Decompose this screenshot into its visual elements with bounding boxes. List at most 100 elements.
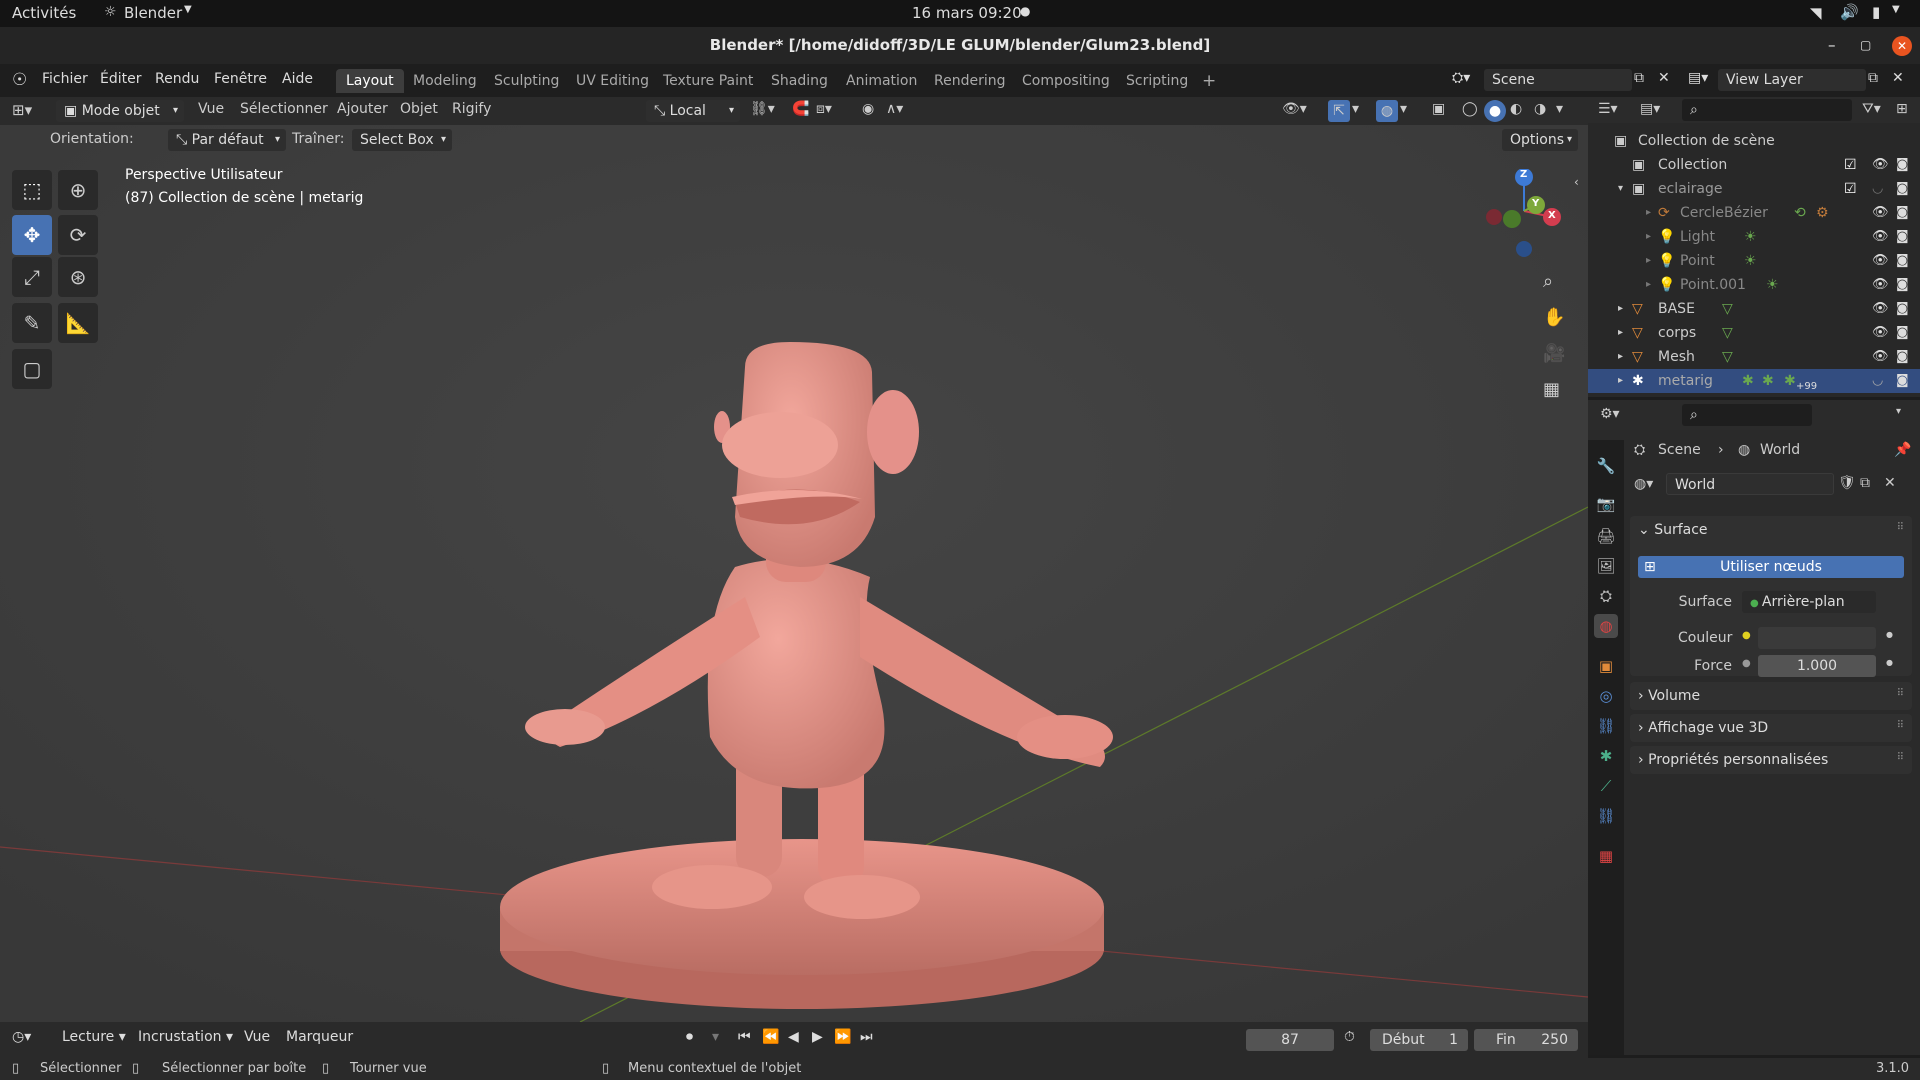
outliner-row-circle-bezier[interactable]: ▸ ⟳ CercleBézier ⟲ ⚙ 👁 ◙ <box>1588 201 1920 225</box>
new-collection-icon[interactable]: ⊞ <box>1896 101 1908 117</box>
outliner-row-point-001[interactable]: ▸ 💡 Point.001 ☀ 👁 ◙ <box>1588 273 1920 297</box>
blender-logo-icon[interactable]: ☉ <box>12 70 27 90</box>
mode-selector[interactable]: ▣ Mode objet ▾ <box>56 100 184 122</box>
fake-user-icon[interactable]: 🛡 <box>1838 475 1856 491</box>
scene-name-field[interactable]: Scene <box>1484 69 1632 91</box>
outliner-row-collection[interactable]: ▣ Collection ☑ 👁 ◙ <box>1588 153 1920 177</box>
new-view-layer-icon[interactable]: ⧉ <box>1868 70 1878 86</box>
visibility-eye-icon[interactable]: 👁 <box>1872 321 1889 345</box>
scene-tab-icon[interactable]: ⛭ <box>1594 584 1618 608</box>
add-cube-tool[interactable]: ▢ <box>12 349 52 389</box>
keying-options-chevron-icon[interactable]: ▾ <box>712 1029 719 1045</box>
texture-tab-icon[interactable]: ▦ <box>1594 844 1618 868</box>
outliner-row-base[interactable]: ▸ ▽ BASE ▽ 👁 ◙ <box>1588 297 1920 321</box>
render-camera-icon[interactable]: ◙ <box>1896 321 1909 345</box>
activities-button[interactable]: Activités <box>12 4 76 22</box>
drag-handle-icon[interactable]: ⠿ <box>1897 522 1904 533</box>
object-tab-icon[interactable]: ▣ <box>1594 654 1618 678</box>
constraints-tab-icon[interactable]: ⛓ <box>1594 714 1618 738</box>
visibility-eye-icon[interactable]: 👁 <box>1872 249 1889 273</box>
overlay-toggle-icon[interactable]: ◍ <box>1376 100 1398 122</box>
auto-keying-record-icon[interactable]: ⏺ <box>686 1029 693 1045</box>
scale-tool[interactable]: ⤢ <box>12 257 52 297</box>
preview-range-icon[interactable]: ⏱ <box>1344 1029 1355 1045</box>
color-swatch[interactable] <box>1758 627 1876 649</box>
viewport-display-panel[interactable]: › Affichage vue 3D ⠿ <box>1630 714 1912 742</box>
bone-constraints-tab-icon[interactable]: ⛓ <box>1594 804 1618 828</box>
view-layer-icon[interactable]: ▤▾ <box>1688 70 1708 86</box>
rotate-tool[interactable]: ⟳ <box>58 215 98 255</box>
jump-prev-keyframe-icon[interactable]: ⏪ <box>762 1029 779 1045</box>
tab-uv-editing[interactable]: UV Editing <box>566 69 659 93</box>
tab-modeling[interactable]: Modeling <box>403 69 487 93</box>
visibility-eye-icon[interactable]: 👁 <box>1872 297 1889 321</box>
menu-add[interactable]: Ajouter <box>337 101 388 117</box>
jump-next-keyframe-icon[interactable]: ⏩ <box>834 1029 851 1045</box>
material-shading-icon[interactable]: ◐ <box>1510 101 1522 117</box>
rendered-shading-icon[interactable]: ◑ <box>1534 101 1546 117</box>
outliner-row-mesh[interactable]: ▸ ▽ Mesh ▽ 👁 ◙ <box>1588 345 1920 369</box>
start-frame-field[interactable]: Début 1 <box>1370 1029 1468 1051</box>
filter-icon[interactable]: ⛛▾ <box>1862 101 1881 117</box>
gizmo-toggle-icon[interactable]: ⇱ <box>1328 100 1350 122</box>
render-camera-icon[interactable]: ◙ <box>1896 249 1909 273</box>
render-camera-icon[interactable]: ◙ <box>1896 345 1909 369</box>
shading-options-chevron-icon[interactable]: ▾ <box>1556 101 1563 117</box>
volume-panel[interactable]: › Volume ⠿ <box>1630 682 1912 710</box>
properties-options-chevron-icon[interactable]: ▾ <box>1896 406 1901 417</box>
add-workspace-button[interactable]: + <box>1192 69 1226 93</box>
gizmo-options-chevron-icon[interactable]: ▾ <box>1352 101 1359 117</box>
tab-layout[interactable]: Layout <box>336 69 404 93</box>
menu-window[interactable]: Fenêtre <box>214 71 267 87</box>
render-camera-icon[interactable]: ◙ <box>1896 225 1909 249</box>
visibility-hidden-icon[interactable]: ◡ <box>1872 369 1883 393</box>
camera-view-icon[interactable]: 🎥 <box>1543 343 1565 364</box>
menu-file[interactable]: Fichier <box>42 71 88 87</box>
menu-view[interactable]: Vue <box>244 1029 270 1045</box>
armature-data-tab-icon[interactable]: ✱ <box>1594 744 1618 768</box>
battery-icon[interactable]: ▮ <box>1872 3 1880 21</box>
breadcrumb-world[interactable]: World <box>1760 442 1800 458</box>
render-camera-icon[interactable]: ◙ <box>1896 369 1909 393</box>
menu-render[interactable]: Rendu <box>155 71 199 87</box>
tab-compositing[interactable]: Compositing <box>1012 69 1120 93</box>
view-layer-name-field[interactable]: View Layer <box>1718 69 1866 91</box>
drag-handle-icon[interactable]: ⠿ <box>1897 688 1904 699</box>
exclude-checkbox[interactable]: ☑ <box>1844 177 1857 201</box>
snap-toggle-icon[interactable]: 🧲 <box>792 101 809 117</box>
visibility-eye-icon[interactable]: 👁 <box>1872 225 1889 249</box>
select-box-tool[interactable]: ⬚ <box>12 170 52 210</box>
expand-chevron-icon[interactable]: ▸ <box>1646 225 1651 249</box>
pan-hand-icon[interactable]: ✋ <box>1543 307 1565 328</box>
pin-icon[interactable]: 📌 <box>1894 442 1911 458</box>
properties-search-field[interactable]: ⌕ <box>1682 404 1812 426</box>
outliner-editor-icon[interactable]: ☰▾ <box>1598 101 1618 117</box>
expand-chevron-icon[interactable]: ▸ <box>1646 273 1651 297</box>
surface-shader-field[interactable]: ● Arrière-plan <box>1742 591 1876 613</box>
timeline-editor-icon[interactable]: ◷▾ <box>12 1029 31 1045</box>
scene-selector-icon[interactable]: ⛭▾ <box>1452 70 1470 86</box>
new-scene-icon[interactable]: ⧉ <box>1634 70 1644 86</box>
world-name-field[interactable]: World <box>1666 473 1834 495</box>
physics-tab-icon[interactable]: ◎ <box>1594 684 1618 708</box>
overlay-options-chevron-icon[interactable]: ▾ <box>1400 101 1407 117</box>
proportional-edit-icon[interactable]: ◉ <box>862 101 874 117</box>
cursor-tool[interactable]: ⊕ <box>58 170 98 210</box>
outliner-search-field[interactable]: ⌕ <box>1682 99 1852 121</box>
menu-playback[interactable]: Lecture ▾ <box>62 1029 126 1045</box>
menu-help[interactable]: Aide <box>282 71 313 87</box>
volume-icon[interactable]: 🔊 <box>1840 3 1859 21</box>
xray-toggle-icon[interactable]: ▣ <box>1432 101 1445 117</box>
sidebar-toggle-icon[interactable]: ‹ <box>1574 175 1579 189</box>
world-tab-icon[interactable]: ◍ <box>1594 614 1618 638</box>
menu-view[interactable]: Vue <box>198 101 224 117</box>
menu-keying[interactable]: Incrustation ▾ <box>138 1029 233 1045</box>
bone-tab-icon[interactable]: ⟋ <box>1594 774 1618 798</box>
tab-animation[interactable]: Animation <box>836 69 927 93</box>
color-keyframe-dot-icon[interactable]: ● <box>1886 630 1893 639</box>
expand-chevron-icon[interactable]: ▸ <box>1646 201 1651 225</box>
minimize-icon[interactable]: – <box>1828 27 1836 64</box>
wifi-icon[interactable]: ◥ <box>1810 4 1822 22</box>
app-menu-button[interactable]: Blender <box>124 4 182 22</box>
outliner-row-corps[interactable]: ▸ ▽ corps ▽ 👁 ◙ <box>1588 321 1920 345</box>
